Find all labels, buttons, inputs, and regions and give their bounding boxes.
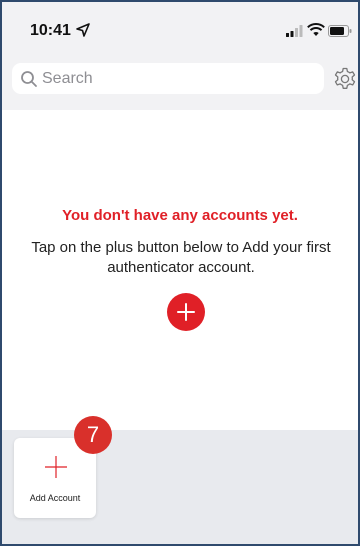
add-account-label: Add Account: [29, 493, 81, 503]
step-badge: 7: [74, 416, 112, 454]
header-area: 10:41 Search: [2, 2, 358, 110]
search-placeholder: Search: [42, 69, 93, 87]
location-arrow-icon: [76, 23, 90, 37]
empty-state-description: Tap on the plus button below to Add your…: [31, 239, 331, 276]
gear-icon[interactable]: [332, 66, 358, 92]
search-input[interactable]: Search: [12, 63, 324, 94]
empty-state-title: You don't have any accounts yet.: [62, 207, 298, 224]
signal-icon: [286, 25, 303, 37]
wifi-icon: [307, 23, 325, 36]
status-bar: 10:41: [2, 2, 358, 58]
add-account-plus-icon: [45, 456, 67, 478]
add-account-plus-button[interactable]: [167, 293, 205, 331]
battery-icon: [328, 25, 352, 37]
status-time: 10:41: [30, 22, 71, 39]
app-screen: 10:41 Search You don't have any accounts…: [0, 0, 360, 546]
search-icon: [21, 70, 37, 87]
plus-icon: [177, 303, 195, 321]
